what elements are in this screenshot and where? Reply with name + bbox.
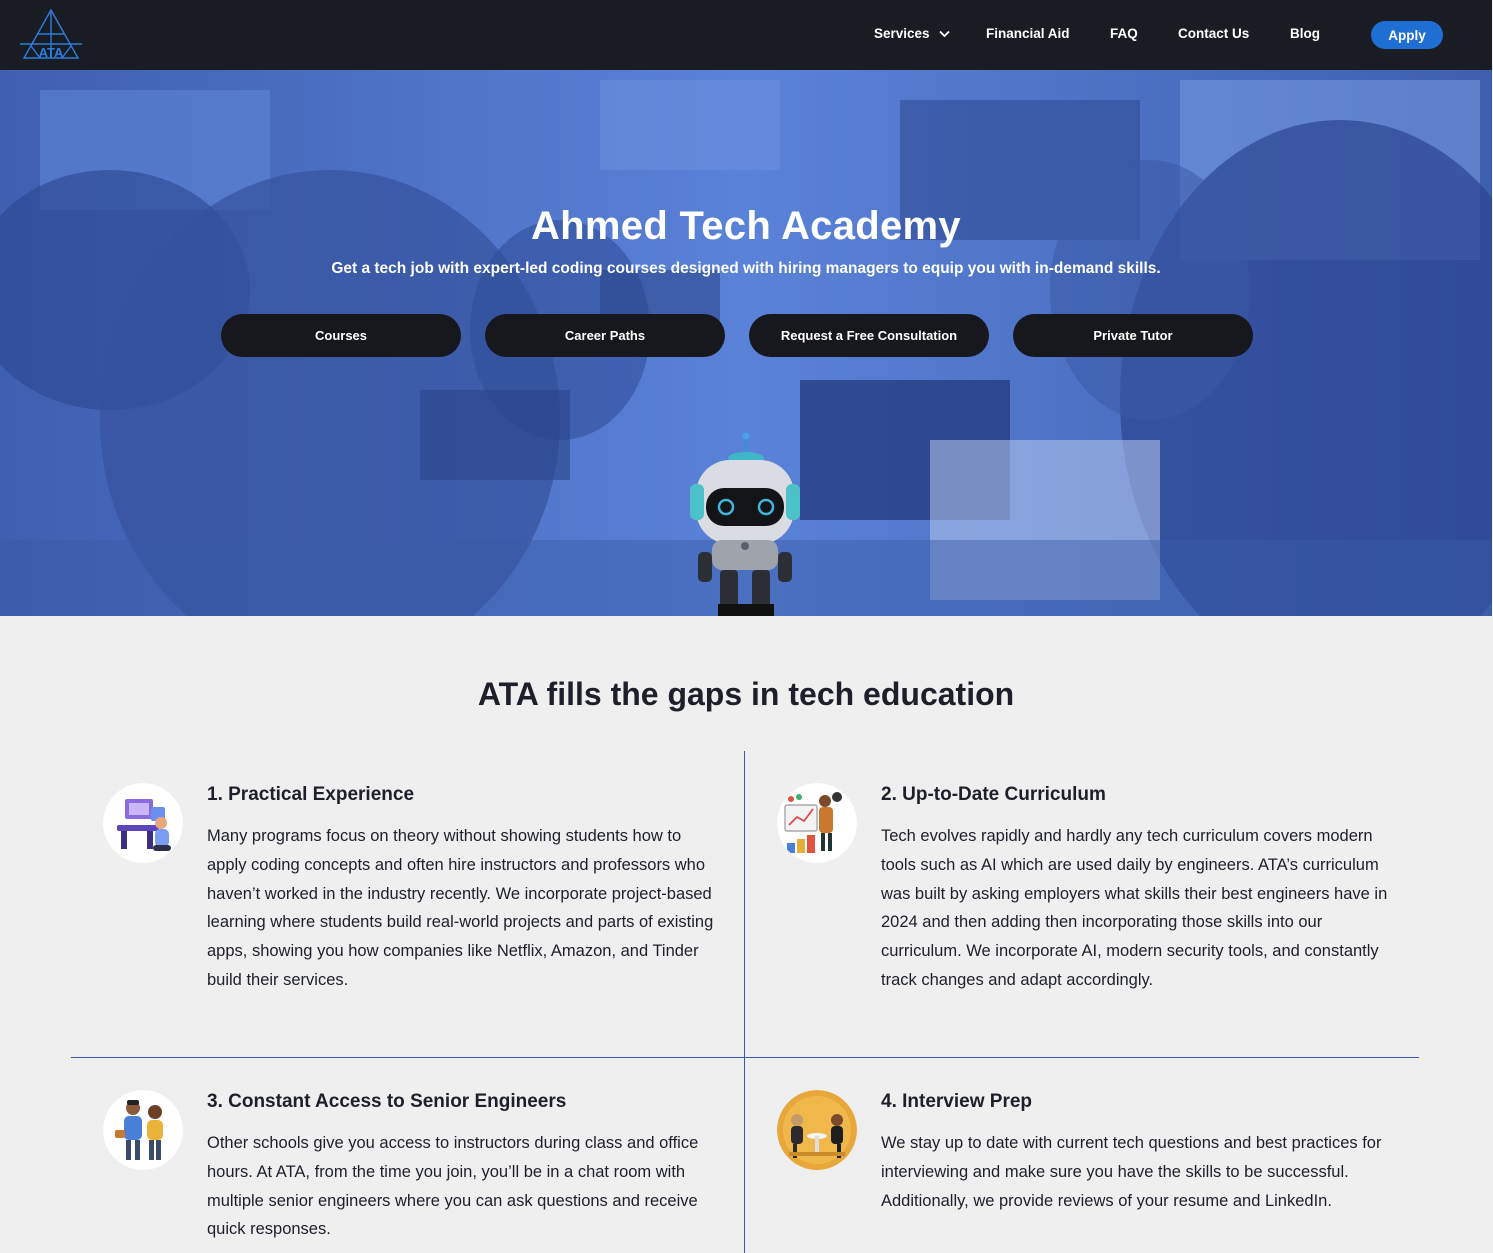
nav-services-label: Services [874,26,930,41]
developer-desk-icon [103,783,183,863]
feature-title: 4. Interview Prep [881,1091,1033,1112]
feature-description: Other schools give you access to instruc… [207,1134,699,1239]
presenter-chart-icon [777,783,857,863]
nav-contact-us[interactable]: Contact Us [1178,26,1249,41]
chevron-down-icon [939,31,950,38]
grid-vertical-divider [744,751,745,1253]
two-engineers-icon [103,1090,183,1170]
interview-meeting-icon [777,1090,857,1170]
hero-title: Ahmed Tech Academy [531,204,961,248]
grid-horizontal-divider [71,1057,1419,1058]
hero-subtitle: Get a tech job with expert-led coding co… [331,260,1161,277]
career-paths-button[interactable]: Career Paths [485,314,725,357]
hero-banner: Ahmed Tech Academy Get a tech job with e… [0,70,1492,616]
nav-services[interactable]: Services [874,26,950,41]
top-navbar: ATA Services Financial Aid FAQ Contact U… [0,0,1492,70]
feature-title: 1. Practical Experience [207,784,415,805]
private-tutor-button[interactable]: Private Tutor [1013,314,1253,357]
feature-description: We stay up to date with current tech que… [881,1134,1382,1210]
feature-title: 3. Constant Access to Senior Engineers [207,1091,567,1112]
feature-description: Many programs focus on theory without sh… [207,827,714,989]
ata-logo[interactable]: ATA [16,8,86,62]
feature-title: 2. Up-to-Date Curriculum [881,784,1106,805]
apply-button[interactable]: Apply [1371,21,1443,49]
section-heading: ATA fills the gaps in tech education [477,676,1015,712]
feature-description: Tech evolves rapidly and hardly any tech… [881,827,1388,989]
nav-financial-aid[interactable]: Financial Aid [986,26,1070,41]
robot-mascot-illustration [690,432,800,616]
courses-button[interactable]: Courses [221,314,461,357]
nav-blog[interactable]: Blog [1290,26,1320,41]
svg-text:ATA: ATA [39,45,64,60]
nav-faq[interactable]: FAQ [1110,26,1138,41]
free-consultation-button[interactable]: Request a Free Consultation [749,314,989,357]
